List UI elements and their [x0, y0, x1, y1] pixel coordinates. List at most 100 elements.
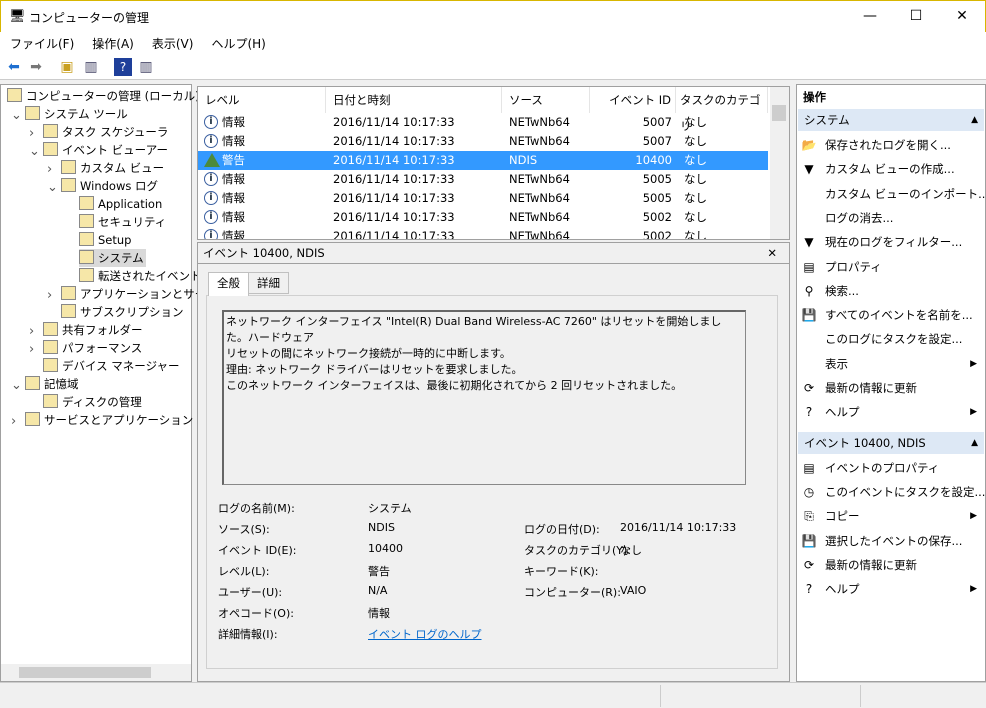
action-item[interactable]: ? ヘルプ ▶	[801, 578, 983, 600]
event-row[interactable]: i 情報 2016/11/14 10:17:33 NETwNb64 5002 なし	[198, 208, 768, 227]
tree-item[interactable]: コンピューターの管理 (ローカル)	[7, 87, 200, 105]
action-item[interactable]: ? ヘルプ ▶	[801, 401, 983, 423]
action-item[interactable]: 📂 保存されたログを開く...	[801, 134, 983, 156]
close-detail-icon[interactable]: ✕	[767, 243, 777, 263]
event-row[interactable]: i 情報 2016/11/14 10:17:33 NETwNb64 5005 なし	[198, 189, 768, 208]
col-event-id[interactable]: イベント ID	[590, 87, 676, 113]
info-icon: i	[204, 210, 218, 224]
event-row[interactable]: i 情報 2016/11/14 10:17:33 NETwNb64 5005 なし	[198, 170, 768, 189]
action-item[interactable]: このログにタスクを設定...	[801, 328, 983, 350]
tree-item[interactable]: システム	[79, 249, 146, 267]
chevron-down-icon[interactable]: ⌄	[11, 378, 22, 393]
up-folder-icon[interactable]: ▣	[58, 58, 76, 76]
tree-item[interactable]: セキュリティ	[79, 213, 166, 231]
list-scrollbar[interactable]	[770, 87, 789, 239]
chevron-right-icon[interactable]: ›	[29, 342, 34, 357]
tree-item-label: セキュリティ	[98, 215, 167, 229]
col-task-category[interactable]: タスクのカテゴリ	[676, 87, 768, 133]
action-item[interactable]: ▼ カスタム ビューの作成...	[801, 158, 983, 180]
tree-node-icon	[25, 376, 40, 390]
close-button[interactable]: ✕	[939, 1, 985, 32]
tree-item[interactable]: サービスとアプリケーション	[25, 411, 193, 429]
menu-file[interactable]: ファイル(F)	[0, 32, 82, 52]
tree-node-icon	[79, 196, 94, 210]
field-more[interactable]: イベント ログのヘルプ	[368, 626, 482, 642]
event-row[interactable]: i 情報 2016/11/14 10:17:33 NETwNb64 5007 なし	[198, 132, 768, 151]
action-item[interactable]: 💾 選択したイベントの保存...	[801, 530, 983, 552]
chevron-right-icon[interactable]: ›	[47, 162, 52, 177]
action-label: ヘルプ	[825, 582, 860, 597]
action-label: コピー	[825, 509, 860, 524]
chevron-down-icon[interactable]: ⌄	[29, 144, 40, 159]
action-section-header[interactable]: システム ▲	[798, 109, 984, 131]
tree-item[interactable]: タスク スケジューラ	[43, 123, 168, 141]
tree-item[interactable]: システム ツール	[25, 105, 128, 123]
event-message[interactable]: ネットワーク インターフェイス "Intel(R) Dual Band Wire…	[222, 310, 746, 485]
tree-item[interactable]: パフォーマンス	[43, 339, 142, 357]
menu-help[interactable]: ヘルプ(H)	[201, 32, 273, 52]
menu-action[interactable]: 操作(A)	[82, 32, 142, 52]
action-label: 選択したイベントの保存...	[825, 533, 963, 548]
action-item[interactable]: ▼ 現在のログをフィルター...	[801, 231, 983, 253]
menu-view[interactable]: 表示(V)	[142, 32, 202, 52]
show-hide-tree-icon[interactable]: ▥	[82, 58, 100, 76]
action-icon: 📂	[801, 138, 817, 152]
event-level: 警告	[222, 153, 245, 167]
action-item[interactable]: ログの消去...	[801, 207, 983, 229]
scrollbar-thumb[interactable]	[772, 105, 786, 121]
tree-item[interactable]: Application	[79, 195, 162, 213]
tree-item[interactable]: 記憶域	[25, 375, 79, 393]
chevron-right-icon[interactable]: ›	[11, 414, 16, 429]
minimize-button[interactable]: —	[847, 1, 893, 32]
chevron-right-icon[interactable]: ›	[47, 288, 52, 303]
tree-item-label: 共有フォルダー	[62, 323, 143, 337]
event-cat: なし	[684, 115, 707, 129]
tab-details[interactable]: 詳細	[248, 272, 289, 294]
chevron-down-icon[interactable]: ⌄	[11, 108, 22, 123]
tree-item[interactable]: カスタム ビュー	[61, 159, 164, 177]
help-icon[interactable]: ?	[114, 58, 132, 76]
event-row[interactable]: i 情報 2016/11/14 10:17:33 NETwNb64 5002 なし	[198, 227, 768, 239]
action-item[interactable]: ⚲ 検索...	[801, 280, 983, 302]
col-level[interactable]: レベル	[198, 87, 326, 113]
forward-icon[interactable]: ➡	[27, 58, 45, 76]
tree-item[interactable]: ディスクの管理	[43, 393, 142, 411]
tree-item[interactable]: アプリケーションとサービ	[61, 285, 218, 303]
field-keyword-label: キーワード(K):	[524, 565, 599, 578]
action-item[interactable]: ▤ プロパティ	[801, 256, 983, 278]
action-label: カスタム ビューの作成...	[825, 162, 955, 177]
col-source[interactable]: ソース	[502, 87, 590, 113]
event-row[interactable]: 警告 2016/11/14 10:17:33 NDIS 10400 なし	[198, 151, 768, 170]
field-computer: VAIO	[620, 584, 647, 597]
tree-item[interactable]: デバイス マネージャー	[43, 357, 180, 375]
tree-item[interactable]: 転送されたイベント	[79, 267, 202, 285]
tree-item[interactable]: イベント ビューアー	[43, 141, 168, 159]
tree-hscrollbar[interactable]	[1, 664, 191, 681]
collapse-icon[interactable]: ▲	[971, 432, 978, 454]
show-hide-action-icon[interactable]: ▥	[137, 58, 155, 76]
action-item[interactable]: ⟳ 最新の情報に更新	[801, 554, 983, 576]
chevron-right-icon[interactable]: ›	[29, 324, 34, 339]
action-item[interactable]: ◷ このイベントにタスクを設定...	[801, 481, 986, 503]
action-section-header[interactable]: イベント 10400, NDIS ▲	[798, 431, 984, 454]
chevron-down-icon[interactable]: ⌄	[47, 180, 58, 195]
tree-item[interactable]: Windows ログ	[61, 177, 158, 195]
maximize-button[interactable]: ☐	[893, 1, 939, 32]
back-icon[interactable]: ⬅	[5, 58, 23, 76]
tab-general[interactable]: 全般	[208, 272, 249, 296]
tree-item[interactable]: Setup	[79, 231, 131, 249]
action-item[interactable]: ⟳ 最新の情報に更新	[801, 377, 983, 399]
action-item[interactable]: ⎘ コピー ▶	[801, 505, 983, 527]
action-item[interactable]: ▤ イベントのプロパティ	[801, 457, 983, 479]
event-row[interactable]: i 情報 2016/11/14 10:17:33 NETwNb64 5007 なし	[198, 113, 768, 132]
action-item[interactable]: カスタム ビューのインポート...	[801, 183, 986, 205]
tree-item[interactable]: サブスクリプション	[61, 303, 184, 321]
collapse-icon[interactable]: ▲	[971, 109, 978, 131]
action-label: プロパティ	[825, 259, 882, 274]
action-item[interactable]: 💾 すべてのイベントを名前を...	[801, 304, 983, 326]
col-date[interactable]: 日付と時刻	[326, 87, 502, 113]
chevron-right-icon[interactable]: ›	[29, 126, 34, 141]
scrollbar-thumb[interactable]	[19, 667, 151, 678]
action-item[interactable]: 表示 ▶	[801, 353, 983, 375]
tree-item[interactable]: 共有フォルダー	[43, 321, 143, 339]
